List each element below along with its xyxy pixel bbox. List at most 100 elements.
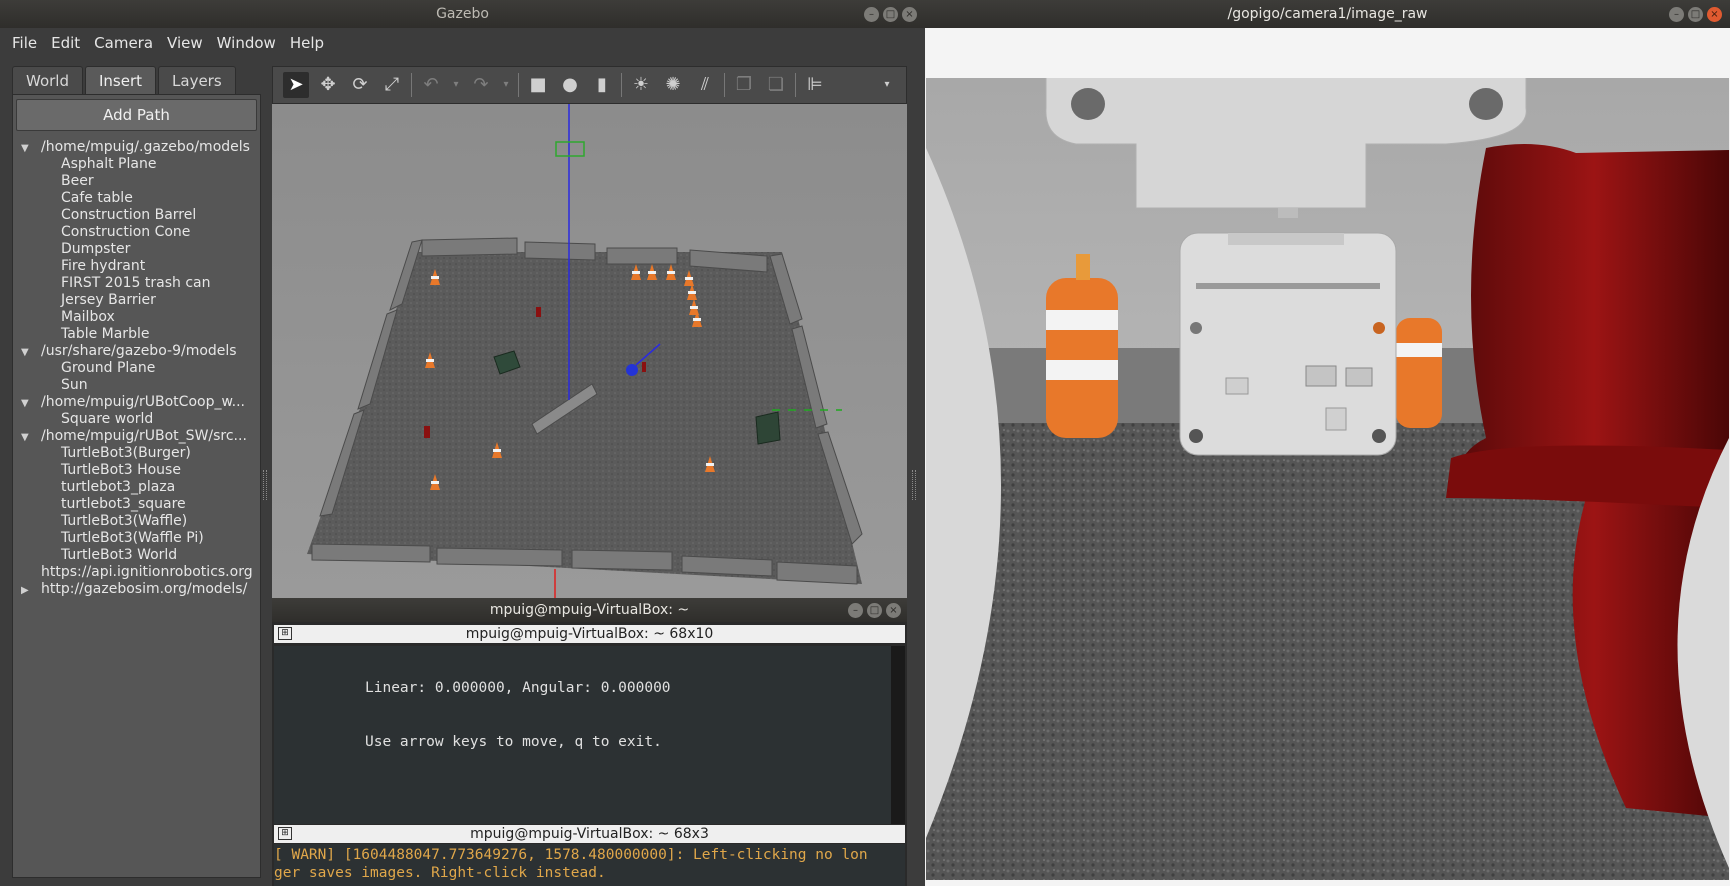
toolbar-overflow-icon[interactable]: ▾ [874, 72, 900, 98]
tree-model-item[interactable]: Construction Cone [13, 224, 260, 241]
tree-model-item[interactable]: TurtleBot3(Waffle Pi) [13, 530, 260, 547]
pane2-title: mpuig@mpuig-VirtualBox: ~ 68x3 [470, 826, 709, 842]
sphere-icon[interactable]: ● [557, 72, 583, 98]
tab-layers[interactable]: Layers [158, 66, 236, 94]
tree-model-item[interactable]: Table Marble [13, 326, 260, 343]
tree-model-item[interactable]: turtlebot3_plaza [13, 479, 260, 496]
undo-icon[interactable]: ↶ [418, 72, 444, 98]
tree-model-item[interactable]: Asphalt Plane [13, 156, 260, 173]
tree-folder-label: /home/mpuig/.gazebo/models [41, 139, 250, 155]
point-light-icon[interactable]: ☀ [628, 72, 654, 98]
minimize-icon[interactable]: – [864, 7, 879, 22]
tree-folder[interactable]: ▼ /home/mpuig/rUBotCoop_w... [13, 394, 260, 411]
tree-model-item[interactable]: TurtleBot3 World [13, 547, 260, 564]
maximize-icon[interactable]: □ [883, 7, 898, 22]
split-pane-icon[interactable]: ⊞ [278, 827, 292, 840]
panel-tabs: World Insert Layers [12, 66, 261, 94]
expanded-arrow-icon[interactable]: ▼ [21, 395, 33, 411]
tree-model-item[interactable]: turtlebot3_square [13, 496, 260, 513]
terminal-pane2-header[interactable]: ⊞ mpuig@mpuig-VirtualBox: ~ 68x3 [274, 825, 905, 843]
menu-edit[interactable]: Edit [51, 34, 80, 52]
minimize-icon[interactable]: – [848, 603, 863, 618]
add-path-button[interactable]: Add Path [16, 99, 257, 131]
close-icon[interactable]: × [902, 7, 917, 22]
insert-panel: World Insert Layers Add Path ▼ /home/mpui… [12, 66, 261, 878]
tree-model-item[interactable]: TurtleBot3 House [13, 462, 260, 479]
tree-model-item[interactable]: FIRST 2015 trash can [13, 275, 260, 292]
left-splitter-handle[interactable] [263, 470, 267, 500]
tree-folder-label: /home/mpuig/rUBotCoop_w... [41, 394, 245, 410]
right-splitter-handle[interactable] [912, 470, 916, 500]
tree-url-item[interactable]: https://api.ignitionrobotics.org [13, 564, 260, 581]
fire-hydrant-model[interactable] [424, 426, 430, 438]
redo-icon[interactable]: ↷ [468, 72, 494, 98]
minimize-icon[interactable]: – [1669, 7, 1684, 22]
camera-image-view[interactable] [926, 78, 1729, 880]
terminal-output-line: Linear: 0.000000, Angular: 0.000000 [365, 680, 671, 696]
camera-titlebar[interactable]: /gopigo/camera1/image_raw – □ × [925, 0, 1730, 28]
gazebo-titlebar[interactable]: Gazebo – □ × [0, 0, 925, 28]
tree-model-item[interactable]: Construction Barrel [13, 207, 260, 224]
fire-hydrant-model[interactable] [536, 307, 541, 317]
model-tree: ▼ /home/mpuig/.gazebo/models Asphalt Plane… [13, 139, 260, 598]
close-icon[interactable]: × [886, 603, 901, 618]
tree-model-item[interactable]: Jersey Barrier [13, 292, 260, 309]
spot-light-icon[interactable]: ✺ [660, 72, 686, 98]
3d-viewport[interactable] [272, 104, 907, 598]
menu-window[interactable]: Window [217, 34, 276, 52]
dumpster-model[interactable] [755, 411, 781, 445]
split-pane-icon[interactable]: ⊞ [278, 627, 292, 640]
maximize-icon[interactable]: □ [867, 603, 882, 618]
copy-icon[interactable]: ❐ [731, 72, 757, 98]
tree-model-item[interactable]: Beer [13, 173, 260, 190]
tab-world[interactable]: World [12, 66, 83, 94]
tree-model-item[interactable]: TurtleBot3(Waffle) [13, 513, 260, 530]
menu-view[interactable]: View [167, 34, 203, 52]
tree-model-item[interactable]: TurtleBot3(Burger) [13, 445, 260, 462]
paste-icon[interactable]: ❏ [763, 72, 789, 98]
close-icon[interactable]: × [1707, 7, 1722, 22]
menu-camera[interactable]: Camera [94, 34, 153, 52]
undo-dropdown-icon[interactable]: ▾ [450, 72, 462, 98]
menu-file[interactable]: File [12, 34, 37, 52]
tree-folder[interactable]: ▼ /usr/share/gazebo-9/models [13, 343, 260, 360]
expanded-arrow-icon[interactable]: ▼ [21, 429, 33, 445]
fire-hydrant-model[interactable] [642, 362, 646, 372]
camera-image-window: /gopigo/camera1/image_raw – □ × [925, 0, 1730, 886]
rotate-icon[interactable]: ⟳ [347, 72, 373, 98]
cylinder-icon[interactable]: ▮ [589, 72, 615, 98]
tree-folder[interactable]: ▼ /home/mpuig/rUBot_SW/src... [13, 428, 260, 445]
scale-icon[interactable]: ⤢ [379, 72, 405, 98]
expanded-arrow-icon[interactable]: ▼ [21, 140, 33, 156]
terminal-output-line: Use arrow keys to move, q to exit. [365, 734, 662, 750]
tree-model-item[interactable]: Dumpster [13, 241, 260, 258]
gazebo-window-controls: – □ × [864, 7, 917, 22]
terminal-scrollbar[interactable] [891, 646, 905, 824]
tree-model-item[interactable]: Ground Plane [13, 360, 260, 377]
directional-light-icon[interactable]: ⫽ [692, 72, 718, 98]
tree-folder[interactable]: ▶ http://gazebosim.org/models/ [13, 581, 260, 598]
tab-insert[interactable]: Insert [85, 66, 157, 94]
tree-model-item[interactable]: Square world [13, 411, 260, 428]
collapsed-arrow-icon[interactable]: ▶ [21, 582, 33, 598]
terminal-titlebar[interactable]: mpuig@mpuig-VirtualBox: ~ – □ × [272, 598, 907, 622]
terminal-pane1-header[interactable]: ⊞ mpuig@mpuig-VirtualBox: ~ 68x10 [274, 625, 905, 643]
tree-model-item[interactable]: Cafe table [13, 190, 260, 207]
maximize-icon[interactable]: □ [1688, 7, 1703, 22]
terminal-pane2[interactable]: [ WARN] [1604488047.773649276, 1578.4800… [274, 844, 905, 886]
expanded-arrow-icon[interactable]: ▼ [21, 344, 33, 360]
redo-dropdown-icon[interactable]: ▾ [500, 72, 512, 98]
toolbar-separator [518, 73, 519, 97]
toolbar-separator [795, 73, 796, 97]
box-icon[interactable]: ■ [525, 72, 551, 98]
terminal-pane1[interactable]: Linear: 0.000000, Angular: 0.000000 Use … [274, 646, 891, 824]
menu-help[interactable]: Help [290, 34, 324, 52]
tree-folder[interactable]: ▼ /home/mpuig/.gazebo/models [13, 139, 260, 156]
tree-model-item[interactable]: Sun [13, 377, 260, 394]
tree-model-item[interactable]: Mailbox [13, 309, 260, 326]
select-arrow-icon[interactable]: ➤ [283, 72, 309, 98]
gazebo-toolbar: ➤ ✥ ⟳ ⤢ ↶ ▾ ↷ ▾ ■ ● ▮ ☀ ✺ ⫽ ❐ ❏ ⊫ ▾ [272, 66, 907, 104]
translate-icon[interactable]: ✥ [315, 72, 341, 98]
tree-model-item[interactable]: Fire hydrant [13, 258, 260, 275]
align-icon[interactable]: ⊫ [802, 72, 828, 98]
